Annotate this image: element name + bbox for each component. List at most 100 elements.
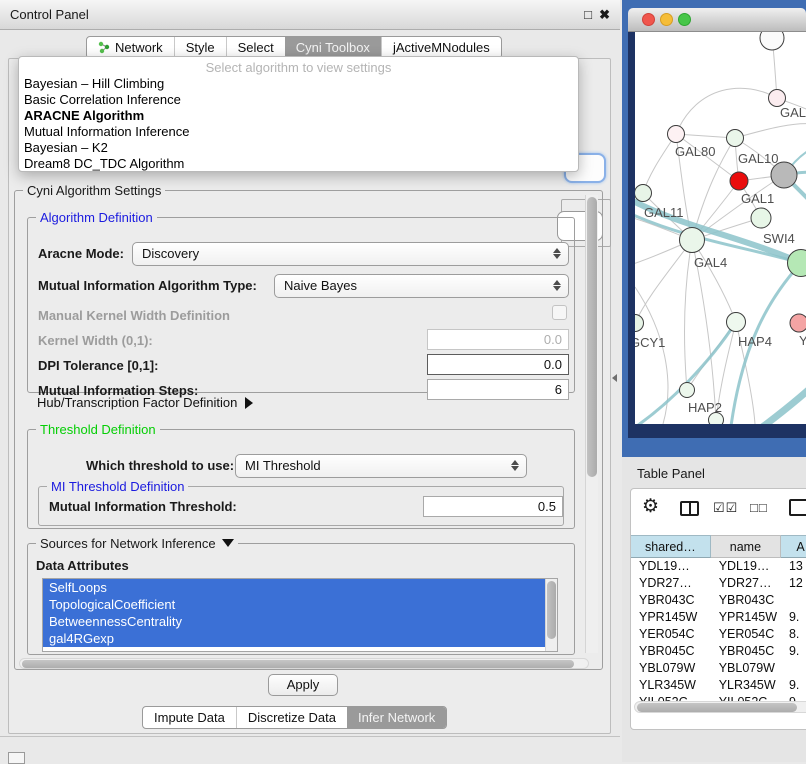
network-node[interactable] [680,228,705,253]
attribute-item[interactable]: gal4RGexp [43,630,557,647]
table-row[interactable]: YDR27…YDR27…12 [631,575,806,592]
minimize-light-icon[interactable] [660,13,673,26]
select-all-checks-icon[interactable]: ☑☑ [713,500,738,516]
float-panel-icon[interactable]: □ [584,7,592,22]
attributes-vscrollbar-thumb[interactable] [547,581,556,639]
network-node[interactable] [635,185,652,202]
table-cell [781,660,806,677]
tab-select[interactable]: Select [226,37,285,58]
close-panel-icon[interactable]: ✖ [599,7,610,23]
table-cell: 8. [781,626,806,643]
node-label: GAL80 [675,144,715,159]
settings-vscrollbar[interactable] [585,195,598,653]
mi-algorithm-type-select[interactable]: Naive Bayes [274,274,569,298]
table-hscrollbar-thumb[interactable] [637,703,797,712]
kernel-width-label: Kernel Width (0,1): [38,333,153,348]
attribute-item[interactable]: SelfLoops [43,579,557,596]
algorithm-option[interactable]: Mutual Information Inference [19,124,578,140]
zoom-light-icon[interactable] [678,13,691,26]
right-region: GALGAL80GAL10GAL1GAL11SWI4GAL4GCY1HAP4YH… [622,0,806,762]
column-header-name[interactable]: name [711,535,781,558]
algorithm-option[interactable]: Bayesian – K2 [19,140,578,156]
collapsed-panel-box[interactable] [8,752,25,764]
attributes-vscrollbar[interactable] [545,579,557,651]
network-node[interactable] [751,208,771,228]
table-cell: YDL19… [631,558,711,575]
table-cell: YER054C [631,626,711,643]
table-row[interactable]: YPR145WYPR145W9. [631,609,806,626]
mi-threshold-field[interactable]: 0.5 [423,496,563,517]
table-row[interactable]: YBR043CYBR043C [631,592,806,609]
table-toolbar: ⚙ ☑☑ □□ [631,493,806,527]
settings-hscrollbar-thumb[interactable] [22,660,574,668]
column-header-partial[interactable]: A [781,535,806,558]
table-row[interactable]: YDL19…YDL19…13 [631,558,806,575]
column-header-shared-name[interactable]: shared… [631,535,711,558]
node-label: HAP2 [688,400,722,415]
manual-kernel-label: Manual Kernel Width Definition [38,308,230,323]
control-panel-titlebar[interactable]: Control Panel □ ✖ [0,0,620,30]
algorithm-option[interactable]: Basic Correlation Inference [19,92,578,108]
tab-discretize-data[interactable]: Discretize Data [236,707,347,728]
network-node[interactable] [788,250,806,277]
table-row[interactable]: YBL079WYBL079W [631,660,806,677]
network-canvas[interactable]: GALGAL80GAL10GAL1GAL11SWI4GAL4GCY1HAP4YH… [635,32,806,424]
attribute-item[interactable]: BetweennessCentrality [43,613,557,630]
table-cell: 12 [781,575,806,592]
network-node[interactable] [680,383,695,398]
control-panel-window: Control Panel □ ✖ Network Style Select C… [0,0,620,737]
close-light-icon[interactable] [642,13,655,26]
dpi-tolerance-label: DPI Tolerance [0,1]: [38,358,158,373]
tab-network[interactable]: Network [87,37,174,58]
node-label: GAL [780,105,806,120]
settings-hscrollbar[interactable] [19,658,589,669]
mi-threshold-label: Mutual Information Threshold: [49,499,237,514]
export-table-icon[interactable] [789,499,806,516]
network-window-titlebar[interactable] [628,8,806,32]
network-node[interactable] [727,130,744,147]
manual-kernel-checkbox[interactable] [552,305,567,320]
network-node[interactable] [790,314,806,332]
algorithm-definition-title: Algorithm Definition [36,210,157,225]
tab-impute-data[interactable]: Impute Data [143,707,236,728]
table-row[interactable]: YLR345WYLR345W9. [631,677,806,694]
network-node[interactable] [727,313,746,332]
sources-title[interactable]: Sources for Network Inference [36,536,238,551]
dpi-tolerance-field[interactable]: 0.0 [427,354,569,375]
apply-button[interactable]: Apply [268,674,338,696]
network-node[interactable] [730,172,748,190]
network-node[interactable] [635,315,644,332]
kernel-width-field[interactable]: 0.0 [427,329,569,350]
table-cell: YBL079W [711,660,781,677]
settings-vscrollbar-thumb[interactable] [587,197,597,477]
node-label: GCY1 [635,335,665,350]
algorithm-option[interactable]: Dream8 DC_TDC Algorithm [19,156,578,172]
table-row[interactable]: YBR045CYBR045C9. [631,643,806,660]
mi-steps-field[interactable]: 6 [427,379,569,400]
columns-icon[interactable] [680,501,699,516]
network-node[interactable] [668,126,685,143]
table-body: YDL19…YDL19…13YDR27…YDR27…12YBR043CYBR04… [631,558,806,711]
network-node[interactable] [760,32,784,50]
network-node[interactable] [769,90,786,107]
tab-infer-network[interactable]: Infer Network [347,707,446,728]
tab-cyni-toolbox[interactable]: Cyni Toolbox [285,37,381,58]
aracne-mode-select[interactable]: Discovery [132,242,569,266]
deselect-all-icon[interactable]: □□ [750,500,768,515]
node-label: GAL1 [741,191,774,206]
tab-jactivemnodules[interactable]: jActiveMNodules [381,37,501,58]
data-attributes-list[interactable]: SelfLoopsTopologicalCoefficientBetweenne… [42,578,558,652]
gear-icon[interactable]: ⚙ [642,495,659,518]
table-cell: 9. [781,677,806,694]
table-row[interactable]: YER054CYER054C8. [631,626,806,643]
splitter-collapse-icon[interactable] [612,374,617,382]
popup-prompt: Select algorithm to view settings [19,60,578,75]
attribute-item[interactable]: TopologicalCoefficient [43,596,557,613]
tab-style[interactable]: Style [174,37,226,58]
which-threshold-select[interactable]: MI Threshold [235,454,527,478]
table-hscrollbar[interactable] [634,701,806,713]
algorithm-option[interactable]: Bayesian – Hill Climbing [19,76,578,92]
algorithm-option[interactable]: ARACNE Algorithm [19,108,578,124]
table-cell: YDR27… [631,575,711,592]
hub-definition-toggle[interactable]: Hub/Transcription Factor Definition [37,395,253,410]
